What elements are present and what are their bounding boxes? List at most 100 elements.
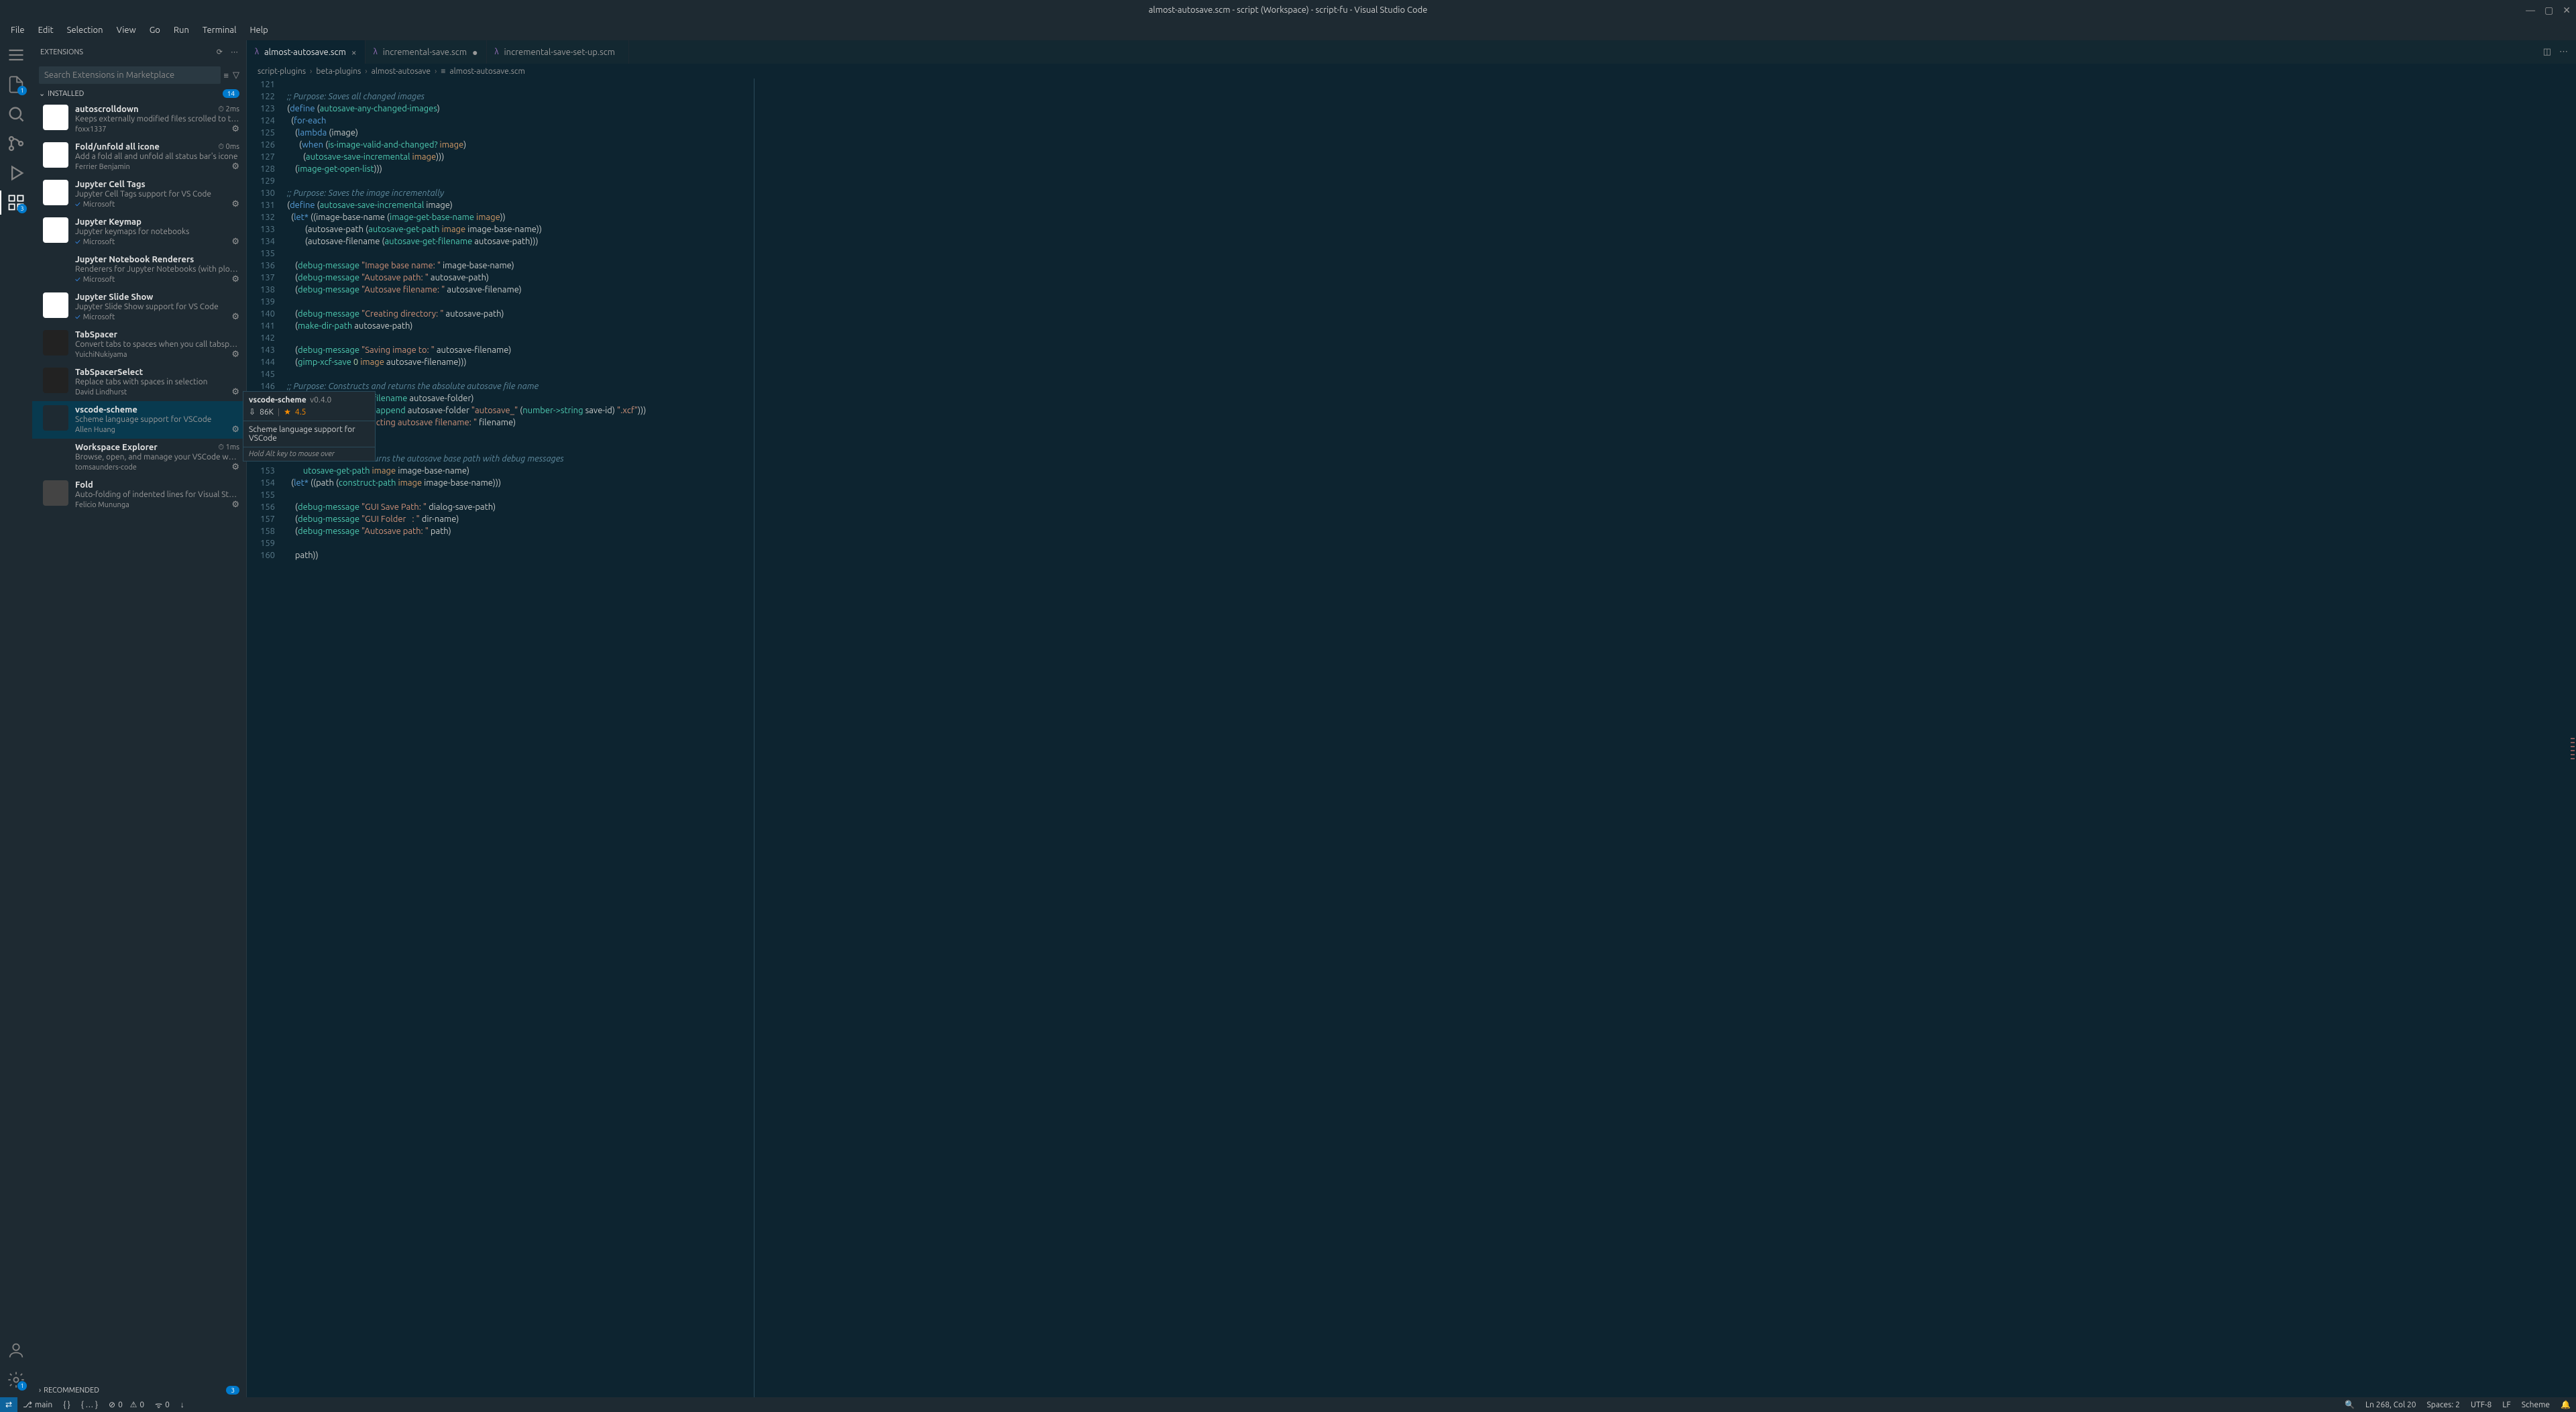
close-icon[interactable]: ×	[351, 47, 357, 58]
extension-name: Fold/unfold all icone	[75, 142, 160, 152]
extension-item[interactable]: Jupyter KeymapJupyter keymaps for notebo…	[32, 213, 246, 251]
editor-tab[interactable]: λalmost-autosave.scm×	[247, 40, 366, 64]
menu-file[interactable]: File	[5, 23, 30, 38]
extension-publisher: Microsoft	[83, 276, 115, 284]
extension-item[interactable]: TabSpacerSelectReplace tabs with spaces …	[32, 364, 246, 401]
extension-icon	[43, 368, 68, 393]
gear-icon[interactable]: ⚙	[231, 312, 239, 322]
filter-icon[interactable]: ≡	[223, 70, 229, 80]
gear-icon[interactable]: ⚙	[231, 124, 239, 134]
explorer-icon[interactable]: 1	[7, 75, 25, 94]
gear-icon[interactable]: ⚙	[231, 162, 239, 172]
breadcrumb-segment[interactable]: script-plugins	[258, 67, 306, 76]
recommended-section[interactable]: ›RECOMMENDED 3	[32, 1383, 246, 1397]
gear-icon[interactable]: ⚙	[231, 237, 239, 247]
search-input[interactable]	[39, 66, 221, 84]
breadcrumb-segment[interactable]: almost-autosave.scm	[449, 67, 524, 76]
extension-item[interactable]: autoscrolldown⏱ 2msKeeps externally modi…	[32, 101, 246, 138]
maximize-icon[interactable]: ▢	[2544, 5, 2553, 16]
editor-tab[interactable]: λincremental-save.scm●	[366, 40, 487, 64]
gear-icon[interactable]: ⚙	[231, 500, 239, 510]
menu-help[interactable]: Help	[244, 23, 273, 38]
hover-rating: 4.5	[295, 408, 306, 417]
gear-icon[interactable]: ⚙	[231, 425, 239, 435]
ports-item[interactable]: ᯤ0	[150, 1399, 175, 1411]
minimap[interactable]	[2568, 78, 2576, 1397]
extension-hover-popup: vscode-scheme v0.4.0 ⇩ 86K | ★ 4.5 Schem…	[243, 391, 376, 461]
extension-name: autoscrolldown	[75, 105, 139, 114]
extension-item[interactable]: FoldAuto-folding of indented lines for V…	[32, 476, 246, 514]
menu-view[interactable]: View	[111, 23, 142, 38]
gear-icon[interactable]: ⚙	[231, 462, 239, 472]
language-mode[interactable]: Scheme	[2516, 1401, 2555, 1409]
close-icon[interactable]: ✕	[2563, 5, 2571, 16]
search-icon[interactable]	[7, 105, 25, 123]
encoding[interactable]: UTF-8	[2465, 1401, 2497, 1409]
breadcrumb-segment[interactable]: almost-autosave	[372, 67, 431, 76]
line-gutter: 1211221231241251261271281291301311321331…	[247, 78, 287, 1397]
extension-item[interactable]: Jupyter Slide ShowJupyter Slide Show sup…	[32, 288, 246, 326]
more-icon[interactable]: ⋯	[231, 48, 238, 56]
gear-icon[interactable]: ⚙	[231, 199, 239, 209]
remote-indicator[interactable]: ⇄	[0, 1397, 17, 1412]
menu-selection[interactable]: Selection	[62, 23, 109, 38]
extension-publisher: Allen Huang	[75, 426, 115, 434]
breadcrumb-segment[interactable]: beta-plugins	[316, 67, 361, 76]
code-editor[interactable]: 1211221231241251261271281291301311321331…	[247, 78, 2576, 1397]
extension-desc: Jupyter Slide Show support for VS Code	[75, 303, 239, 311]
extension-item[interactable]: Fold/unfold all icone⏱ 0msAdd a fold all…	[32, 138, 246, 176]
settings-badge: 1	[17, 1381, 27, 1391]
dirty-icon[interactable]: ●	[472, 47, 478, 58]
download-status-icon[interactable]: ↓	[175, 1400, 190, 1409]
refresh-icon[interactable]: ⟳	[217, 48, 223, 56]
menu-edit[interactable]: Edit	[33, 23, 59, 38]
debug-icon[interactable]	[7, 164, 25, 182]
extension-desc: Browse, open, and manage your VSCode wor…	[75, 453, 239, 461]
brackets-item[interactable]: { }	[58, 1401, 76, 1409]
branch-icon: ⎇	[23, 1400, 32, 1409]
split-editor-icon[interactable]: ◫	[2543, 47, 2551, 57]
extension-item[interactable]: vscode-schemeScheme language support for…	[32, 401, 246, 439]
menu-run[interactable]: Run	[168, 23, 194, 38]
cursor-position[interactable]: Ln 268, Col 20	[2360, 1401, 2422, 1409]
branch-item[interactable]: ⎇main	[17, 1400, 58, 1409]
editor-tab[interactable]: λincremental-save-set-up.scm	[487, 40, 629, 64]
extension-time: ⏱ 2ms	[218, 105, 239, 114]
extension-icon	[43, 142, 68, 168]
zoom-icon[interactable]: 🔍	[2339, 1400, 2360, 1409]
code-content[interactable]: ;; Purpose: Saves all changed images(def…	[287, 78, 2568, 1397]
window-controls: — ▢ ✕	[2526, 5, 2571, 16]
indentation[interactable]: Spaces: 2	[2422, 1401, 2465, 1409]
settings-icon[interactable]: 1	[7, 1370, 25, 1389]
gear-icon[interactable]: ⚙	[231, 349, 239, 360]
extension-item[interactable]: Workspace Explorer⏱ 1msBrowse, open, and…	[32, 439, 246, 476]
problems-item[interactable]: ⊘0 ⚠0	[103, 1400, 150, 1409]
extension-desc: Jupyter keymaps for notebooks	[75, 227, 239, 236]
file-icon: λ	[255, 48, 259, 56]
menu-terminal[interactable]: Terminal	[197, 23, 242, 38]
extension-list: autoscrolldown⏱ 2msKeeps externally modi…	[32, 101, 246, 1383]
eol[interactable]: LF	[2497, 1401, 2516, 1409]
tab-label: incremental-save.scm	[383, 48, 467, 57]
extension-time: ⏱ 0ms	[218, 143, 239, 152]
minimize-icon[interactable]: —	[2526, 5, 2535, 16]
more-actions-icon[interactable]: ⋯	[2559, 47, 2568, 57]
extension-item[interactable]: Jupyter Notebook RenderersRenderers for …	[32, 251, 246, 288]
extension-icon	[43, 443, 68, 468]
brackets-item-2[interactable]: { … }	[76, 1401, 103, 1409]
extension-item[interactable]: Jupyter Cell TagsJupyter Cell Tags suppo…	[32, 176, 246, 213]
installed-section[interactable]: ⌄INSTALLED 14	[32, 87, 246, 101]
notifications-icon[interactable]: 🔔	[2555, 1400, 2576, 1409]
funnel-icon[interactable]: ▽	[233, 70, 239, 80]
account-icon[interactable]	[7, 1341, 25, 1360]
extension-item[interactable]: TabSpacerConvert tabs to spaces when you…	[32, 326, 246, 364]
menu-go[interactable]: Go	[144, 23, 166, 38]
breadcrumb[interactable]: script-plugins›beta-plugins›almost-autos…	[247, 64, 2576, 78]
extension-name: Jupyter Notebook Renderers	[75, 255, 194, 264]
scm-icon[interactable]	[7, 134, 25, 153]
gear-icon[interactable]: ⚙	[231, 274, 239, 284]
menu-icon[interactable]	[7, 46, 25, 64]
extension-desc: Jupyter Cell Tags support for VS Code	[75, 190, 239, 199]
gear-icon[interactable]: ⚙	[231, 387, 239, 397]
extensions-icon[interactable]: 3	[7, 193, 25, 212]
